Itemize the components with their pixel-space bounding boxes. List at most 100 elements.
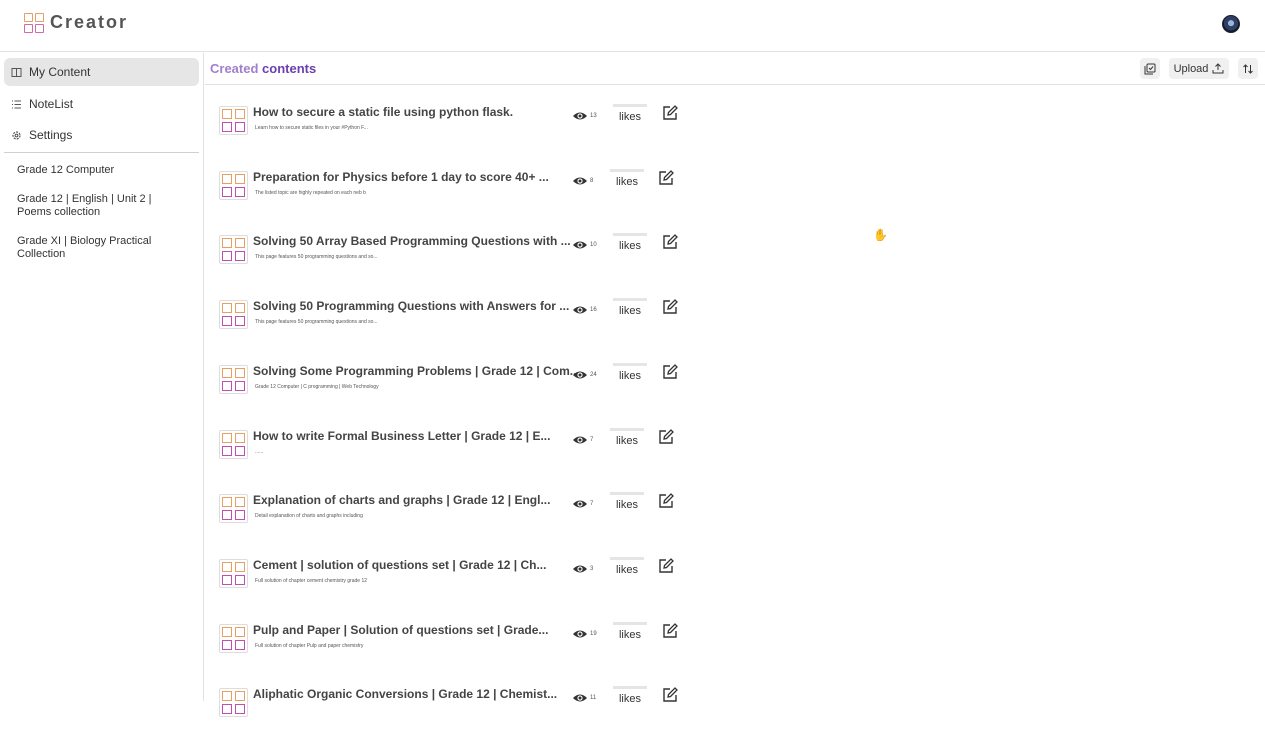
- eye-icon: [573, 177, 587, 185]
- sidebar-divider: [4, 152, 199, 153]
- view-count: 3: [572, 564, 593, 574]
- view-count: 13: [572, 111, 597, 121]
- content-row[interactable]: Solving Some Programming Problems | Grad…: [205, 355, 685, 411]
- page-title: Created contents: [210, 61, 317, 76]
- content-description: Learn how to secure static files in your…: [255, 125, 368, 131]
- eye-icon: [573, 694, 587, 702]
- content-description: Detail explanation of charts and graphs …: [255, 513, 363, 520]
- content-description: Full solution of chapter Pulp and paper …: [255, 642, 364, 649]
- content-title[interactable]: Preparation for Physics before 1 day to …: [253, 170, 549, 184]
- copy-check-icon: [1144, 63, 1156, 74]
- eye-icon: [573, 306, 587, 314]
- content-row[interactable]: How to write Formal Business Letter | Gr…: [205, 420, 685, 476]
- collection-item[interactable]: Grade 12 | English | Unit 2 | Poems coll…: [17, 193, 187, 219]
- eye-icon: [573, 565, 587, 573]
- eye-icon: [573, 112, 587, 120]
- edit-icon[interactable]: [661, 298, 679, 316]
- creator-logo-icon[interactable]: [24, 13, 44, 33]
- view-count: 16: [572, 305, 597, 315]
- view-count-value: 24: [590, 371, 597, 378]
- likes-label[interactable]: likes: [610, 427, 644, 447]
- content-row[interactable]: Preparation for Physics before 1 day to …: [205, 161, 685, 217]
- content-row[interactable]: Solving 50 Programming Questions with An…: [205, 290, 685, 346]
- view-count: 11: [572, 693, 596, 703]
- list-icon: [11, 99, 22, 110]
- view-count-value: 13: [590, 113, 597, 119]
- edit-icon[interactable]: [657, 169, 675, 187]
- content-title[interactable]: Cement | solution of questions set | Gra…: [253, 558, 546, 572]
- content-description: Full solution of chapter cement chemistr…: [255, 577, 367, 584]
- likes-label[interactable]: likes: [613, 233, 647, 252]
- view-count-value: 8: [590, 177, 594, 184]
- sidebar-item-my-content[interactable]: My Content: [4, 58, 199, 86]
- content-row[interactable]: Pulp and Paper | Solution of questions s…: [205, 614, 685, 670]
- sidebar: My Content NoteList Settings Grade 12 Co…: [0, 53, 204, 701]
- view-count-value: 19: [590, 630, 597, 637]
- likes-label[interactable]: likes: [610, 168, 644, 188]
- content-description: This page features 50 programming questi…: [255, 319, 378, 326]
- content-title[interactable]: Aliphatic Organic Conversions | Grade 12…: [253, 687, 557, 701]
- upload-icon: [1212, 63, 1224, 74]
- edit-icon[interactable]: [657, 428, 675, 446]
- sidebar-item-label: My Content: [29, 65, 91, 79]
- content-title[interactable]: How to write Formal Business Letter | Gr…: [253, 429, 550, 443]
- content-title[interactable]: Solving 50 Array Based Programming Quest…: [253, 234, 571, 248]
- likes-label[interactable]: likes: [610, 556, 644, 576]
- likes-label[interactable]: likes: [610, 492, 644, 511]
- user-avatar[interactable]: [1222, 15, 1240, 33]
- likes-label[interactable]: likes: [613, 621, 647, 641]
- likes-label[interactable]: likes: [613, 298, 647, 317]
- eye-icon: [573, 436, 587, 443]
- collection-item[interactable]: Grade 12 Computer: [17, 164, 187, 177]
- content-row[interactable]: Cement | solution of questions set | Gra…: [205, 549, 685, 605]
- content-row[interactable]: How to secure a static file using python…: [205, 96, 685, 152]
- content-title[interactable]: How to secure a static file using python…: [253, 105, 513, 119]
- likes-label[interactable]: likes: [613, 104, 647, 123]
- content-thumbnail-icon: [219, 364, 248, 394]
- edit-icon[interactable]: [661, 622, 679, 640]
- main-content: Created contents Upload How to secure a …: [205, 53, 1265, 718]
- edit-icon[interactable]: [661, 363, 679, 381]
- edit-icon[interactable]: [657, 492, 675, 510]
- content-thumbnail-icon: [219, 300, 248, 330]
- sidebar-item-settings[interactable]: Settings: [4, 121, 199, 149]
- sidebar-item-label: NoteList: [29, 97, 74, 111]
- view-count: 7: [572, 499, 593, 509]
- book-icon: [11, 67, 22, 78]
- content-title[interactable]: Solving 50 Programming Questions with An…: [253, 299, 569, 313]
- view-count-value: 3: [590, 565, 594, 572]
- sort-icon: [1243, 63, 1253, 74]
- view-count: 24: [572, 370, 597, 380]
- edit-icon[interactable]: [661, 233, 679, 251]
- content-toolbar: Created contents Upload: [205, 53, 1265, 85]
- content-row[interactable]: Aliphatic Organic Conversions | Grade 12…: [205, 678, 685, 734]
- content-row[interactable]: Explanation of charts and graphs | Grade…: [205, 484, 685, 540]
- content-description: The listed topic are highly repeated on …: [255, 189, 366, 196]
- content-thumbnail-icon: [219, 494, 248, 524]
- content-thumbnail-icon: [219, 558, 248, 588]
- collection-item[interactable]: Grade XI | Biology Practical Collection: [17, 235, 187, 261]
- likes-label[interactable]: likes: [613, 362, 647, 382]
- view-count-value: 10: [590, 242, 597, 249]
- content-title[interactable]: Explanation of charts and graphs | Grade…: [253, 493, 550, 507]
- view-count-value: 16: [590, 307, 597, 314]
- edit-icon[interactable]: [661, 104, 679, 122]
- content-row[interactable]: Solving 50 Array Based Programming Quest…: [205, 225, 685, 281]
- sort-button[interactable]: [1238, 58, 1258, 79]
- view-count: 8: [572, 176, 593, 186]
- eye-icon: [573, 241, 587, 249]
- content-title[interactable]: Solving Some Programming Problems | Grad…: [253, 364, 580, 378]
- eye-icon: [573, 630, 587, 638]
- content-title[interactable]: Pulp and Paper | Solution of questions s…: [253, 623, 548, 637]
- app-brand[interactable]: Creator: [50, 12, 128, 33]
- sidebar-item-notelist[interactable]: NoteList: [4, 90, 199, 118]
- content-thumbnail-icon: [219, 623, 248, 653]
- edit-icon[interactable]: [661, 686, 679, 704]
- edit-icon[interactable]: [657, 557, 675, 575]
- content-thumbnail-icon: [219, 688, 248, 718]
- likes-label[interactable]: likes: [613, 686, 647, 705]
- select-toggle-button[interactable]: [1140, 58, 1160, 79]
- content-thumbnail-icon: [219, 170, 248, 200]
- view-count-value: 7: [590, 436, 594, 443]
- upload-button[interactable]: Upload: [1169, 58, 1229, 79]
